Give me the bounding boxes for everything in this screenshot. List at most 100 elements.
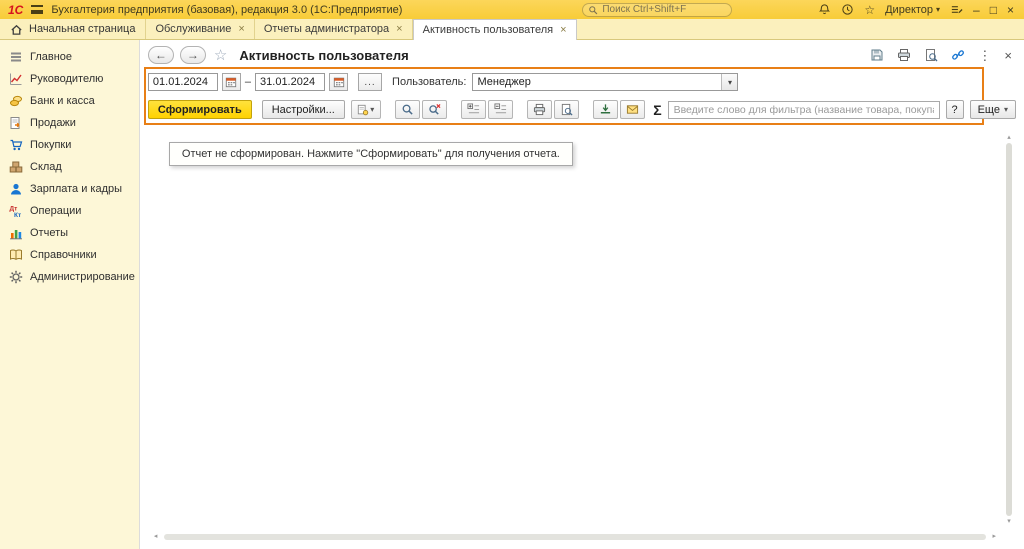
user-filter-label: Пользователь: — [392, 76, 466, 88]
sidebar-item-sales[interactable]: Продажи — [0, 112, 139, 134]
quick-filter-input[interactable] — [668, 101, 940, 119]
period-picker-button[interactable]: ... — [358, 73, 382, 91]
get-link-icon[interactable] — [951, 48, 965, 62]
debit-credit-icon: ДтКт — [9, 204, 23, 218]
sidebar-item-manager[interactable]: Руководителю — [0, 68, 139, 90]
horizontal-scrollbar-thumb[interactable] — [164, 534, 986, 540]
report-empty-message: Отчет не сформирован. Нажмите "Сформиров… — [169, 142, 573, 166]
minimize-button[interactable]: – — [973, 4, 980, 16]
sections-sidebar: Главное Руководителю Банк и касса Продаж… — [0, 40, 140, 549]
user-combobox: ▾ — [472, 73, 738, 91]
period-from-calendar-button[interactable] — [222, 73, 241, 91]
vertical-scrollbar[interactable]: ▴ ▾ — [1005, 134, 1013, 525]
sidebar-item-label: Продажи — [30, 117, 76, 129]
vertical-scrollbar-thumb[interactable] — [1006, 143, 1012, 516]
close-report-button[interactable]: × — [1004, 49, 1012, 62]
report-body: Отчет не сформирован. Нажмите "Сформиров… — [148, 130, 1000, 529]
generate-report-button[interactable]: Сформировать — [148, 100, 252, 119]
boxes-icon — [9, 160, 23, 174]
more-actions-button[interactable]: Еще ▾ — [970, 100, 1016, 119]
send-email-button[interactable] — [620, 100, 645, 119]
close-tab-icon[interactable]: × — [238, 24, 244, 35]
settings-button[interactable]: Настройки... — [262, 100, 345, 119]
app-body: Главное Руководителю Банк и касса Продаж… — [0, 40, 1024, 549]
sidebar-item-label: Покупки — [30, 139, 71, 151]
sidebar-item-label: Склад — [30, 161, 62, 173]
sidebar-item-warehouse[interactable]: Склад — [0, 156, 139, 178]
sales-document-icon — [9, 116, 23, 130]
user-combobox-dropdown-button[interactable]: ▾ — [721, 74, 737, 90]
sidebar-item-purchases[interactable]: Покупки — [0, 134, 139, 156]
calendar-icon — [333, 76, 345, 88]
scroll-up-icon[interactable]: ▴ — [1005, 134, 1013, 141]
sidebar-item-directories[interactable]: Справочники — [0, 244, 139, 266]
sidebar-item-label: Администрирование — [30, 271, 135, 283]
scroll-right-icon[interactable]: ▸ — [992, 533, 996, 541]
help-button[interactable]: ? — [946, 100, 964, 119]
print-preview-button[interactable] — [554, 100, 579, 119]
tab-home[interactable]: Начальная страница — [0, 19, 146, 39]
sidebar-item-label: Отчеты — [30, 227, 68, 239]
scroll-down-icon[interactable]: ▾ — [1005, 518, 1013, 525]
current-user-name: Директор — [885, 4, 933, 16]
report-window: ← → ☆ Активность пользователя ⋮ × — [140, 40, 1024, 549]
current-user-menu[interactable]: Директор ▾ — [885, 4, 940, 16]
scroll-left-icon[interactable]: ◂ — [154, 533, 158, 541]
close-window-button[interactable]: × — [1007, 4, 1014, 16]
period-from-input[interactable] — [148, 73, 218, 91]
preview-icon[interactable] — [924, 48, 938, 62]
save-icon[interactable] — [870, 48, 884, 62]
close-tab-icon[interactable]: × — [396, 24, 402, 35]
history-clock-icon[interactable] — [841, 3, 854, 16]
more-menu-icon[interactable]: ⋮ — [978, 49, 991, 62]
more-actions-label: Еще — [978, 104, 1000, 116]
print-report-button[interactable] — [527, 100, 552, 119]
print-icon — [533, 103, 546, 116]
global-search[interactable]: Поиск Ctrl+Shift+F — [582, 3, 732, 17]
collapse-groups-button[interactable] — [488, 100, 513, 119]
window-title: Бухгалтерия предприятия (базовая), редак… — [51, 4, 402, 16]
download-icon — [599, 103, 612, 116]
tab-user-activity[interactable]: Активность пользователя × — [413, 19, 577, 40]
back-button[interactable]: ← — [148, 46, 174, 64]
sidebar-item-administration[interactable]: Администрирование — [0, 266, 139, 288]
find-button[interactable] — [395, 100, 420, 119]
tab-home-label: Начальная страница — [29, 23, 135, 35]
bar-chart-icon — [9, 226, 23, 240]
expand-groups-button[interactable] — [461, 100, 486, 119]
main-menu-icon[interactable] — [31, 5, 43, 14]
report-variant-button[interactable]: ▾ — [351, 100, 381, 119]
sidebar-item-operations[interactable]: ДтКт Операции — [0, 200, 139, 222]
report-period-row: – ... Пользователь: ▾ — [140, 70, 1024, 94]
forward-button[interactable]: → — [180, 46, 206, 64]
period-to-input[interactable] — [255, 73, 325, 91]
sidebar-item-label: Справочники — [30, 249, 97, 261]
close-tab-icon[interactable]: × — [560, 25, 566, 36]
favorite-star-icon[interactable]: ☆ — [214, 46, 227, 64]
sidebar-item-bank-cash[interactable]: Банк и касса — [0, 90, 139, 112]
menu-lines-icon — [9, 50, 23, 64]
search-icon — [588, 5, 598, 15]
sidebar-item-reports[interactable]: Отчеты — [0, 222, 139, 244]
tab-maintenance[interactable]: Обслуживание × — [146, 19, 254, 39]
service-settings-icon[interactable] — [950, 3, 963, 16]
report-toolbar: Сформировать Настройки... ▾ — [140, 94, 1024, 125]
coins-icon — [9, 94, 23, 108]
sidebar-item-main[interactable]: Главное — [0, 46, 139, 68]
save-report-button[interactable] — [593, 100, 618, 119]
period-to-calendar-button[interactable] — [329, 73, 348, 91]
maximize-button[interactable]: □ — [990, 4, 997, 16]
search-button-group — [395, 100, 447, 119]
notifications-bell-icon[interactable] — [818, 3, 831, 16]
user-combobox-input[interactable] — [473, 74, 721, 90]
report-header-actions: ⋮ × — [870, 48, 1012, 62]
horizontal-scrollbar[interactable]: ◂ ▸ — [154, 533, 996, 541]
print-icon[interactable] — [897, 48, 911, 62]
sidebar-item-salary-hr[interactable]: Зарплата и кадры — [0, 178, 139, 200]
sidebar-item-label: Банк и касса — [30, 95, 95, 107]
tab-admin-reports[interactable]: Отчеты администратора × — [255, 19, 413, 39]
favorites-star-icon[interactable]: ☆ — [864, 4, 875, 16]
envelope-icon — [626, 103, 639, 116]
cancel-search-button[interactable] — [422, 100, 447, 119]
sidebar-item-label: Зарплата и кадры — [30, 183, 122, 195]
